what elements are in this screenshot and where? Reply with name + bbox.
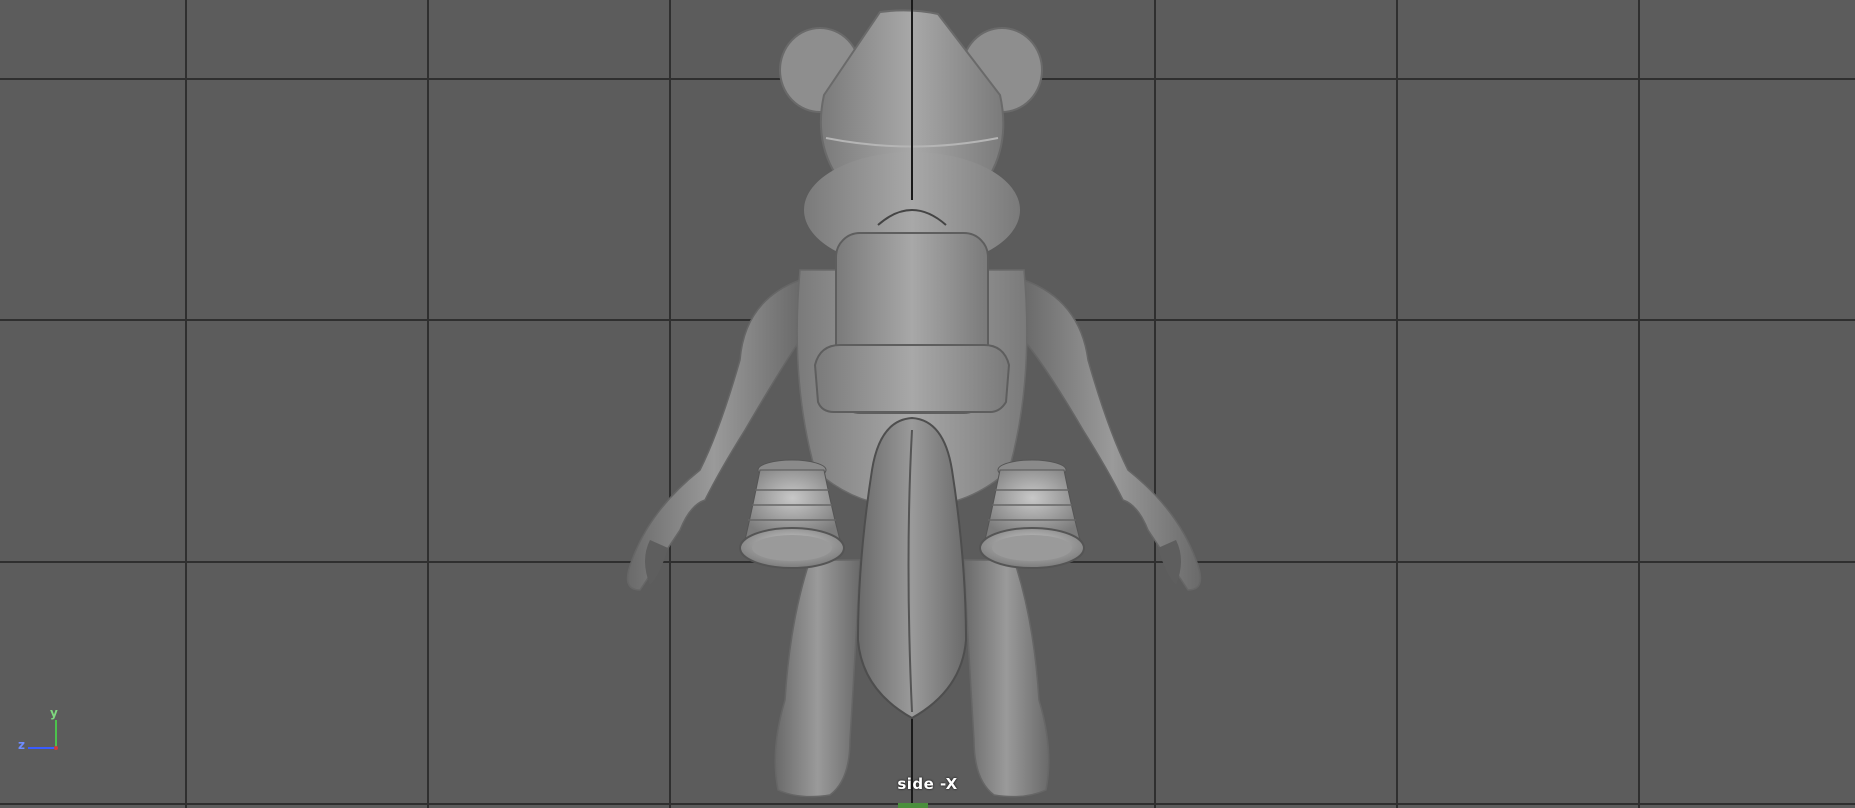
camera-name-label: side -X <box>897 775 958 793</box>
timeline-marker <box>898 803 928 808</box>
axis-y-label: y <box>50 706 58 720</box>
side-viewport[interactable]: side -X y z <box>0 0 1855 808</box>
view-axis-gizmo: y z <box>14 706 74 756</box>
character-model[interactable] <box>0 0 1855 808</box>
axis-z-label: z <box>18 738 25 752</box>
